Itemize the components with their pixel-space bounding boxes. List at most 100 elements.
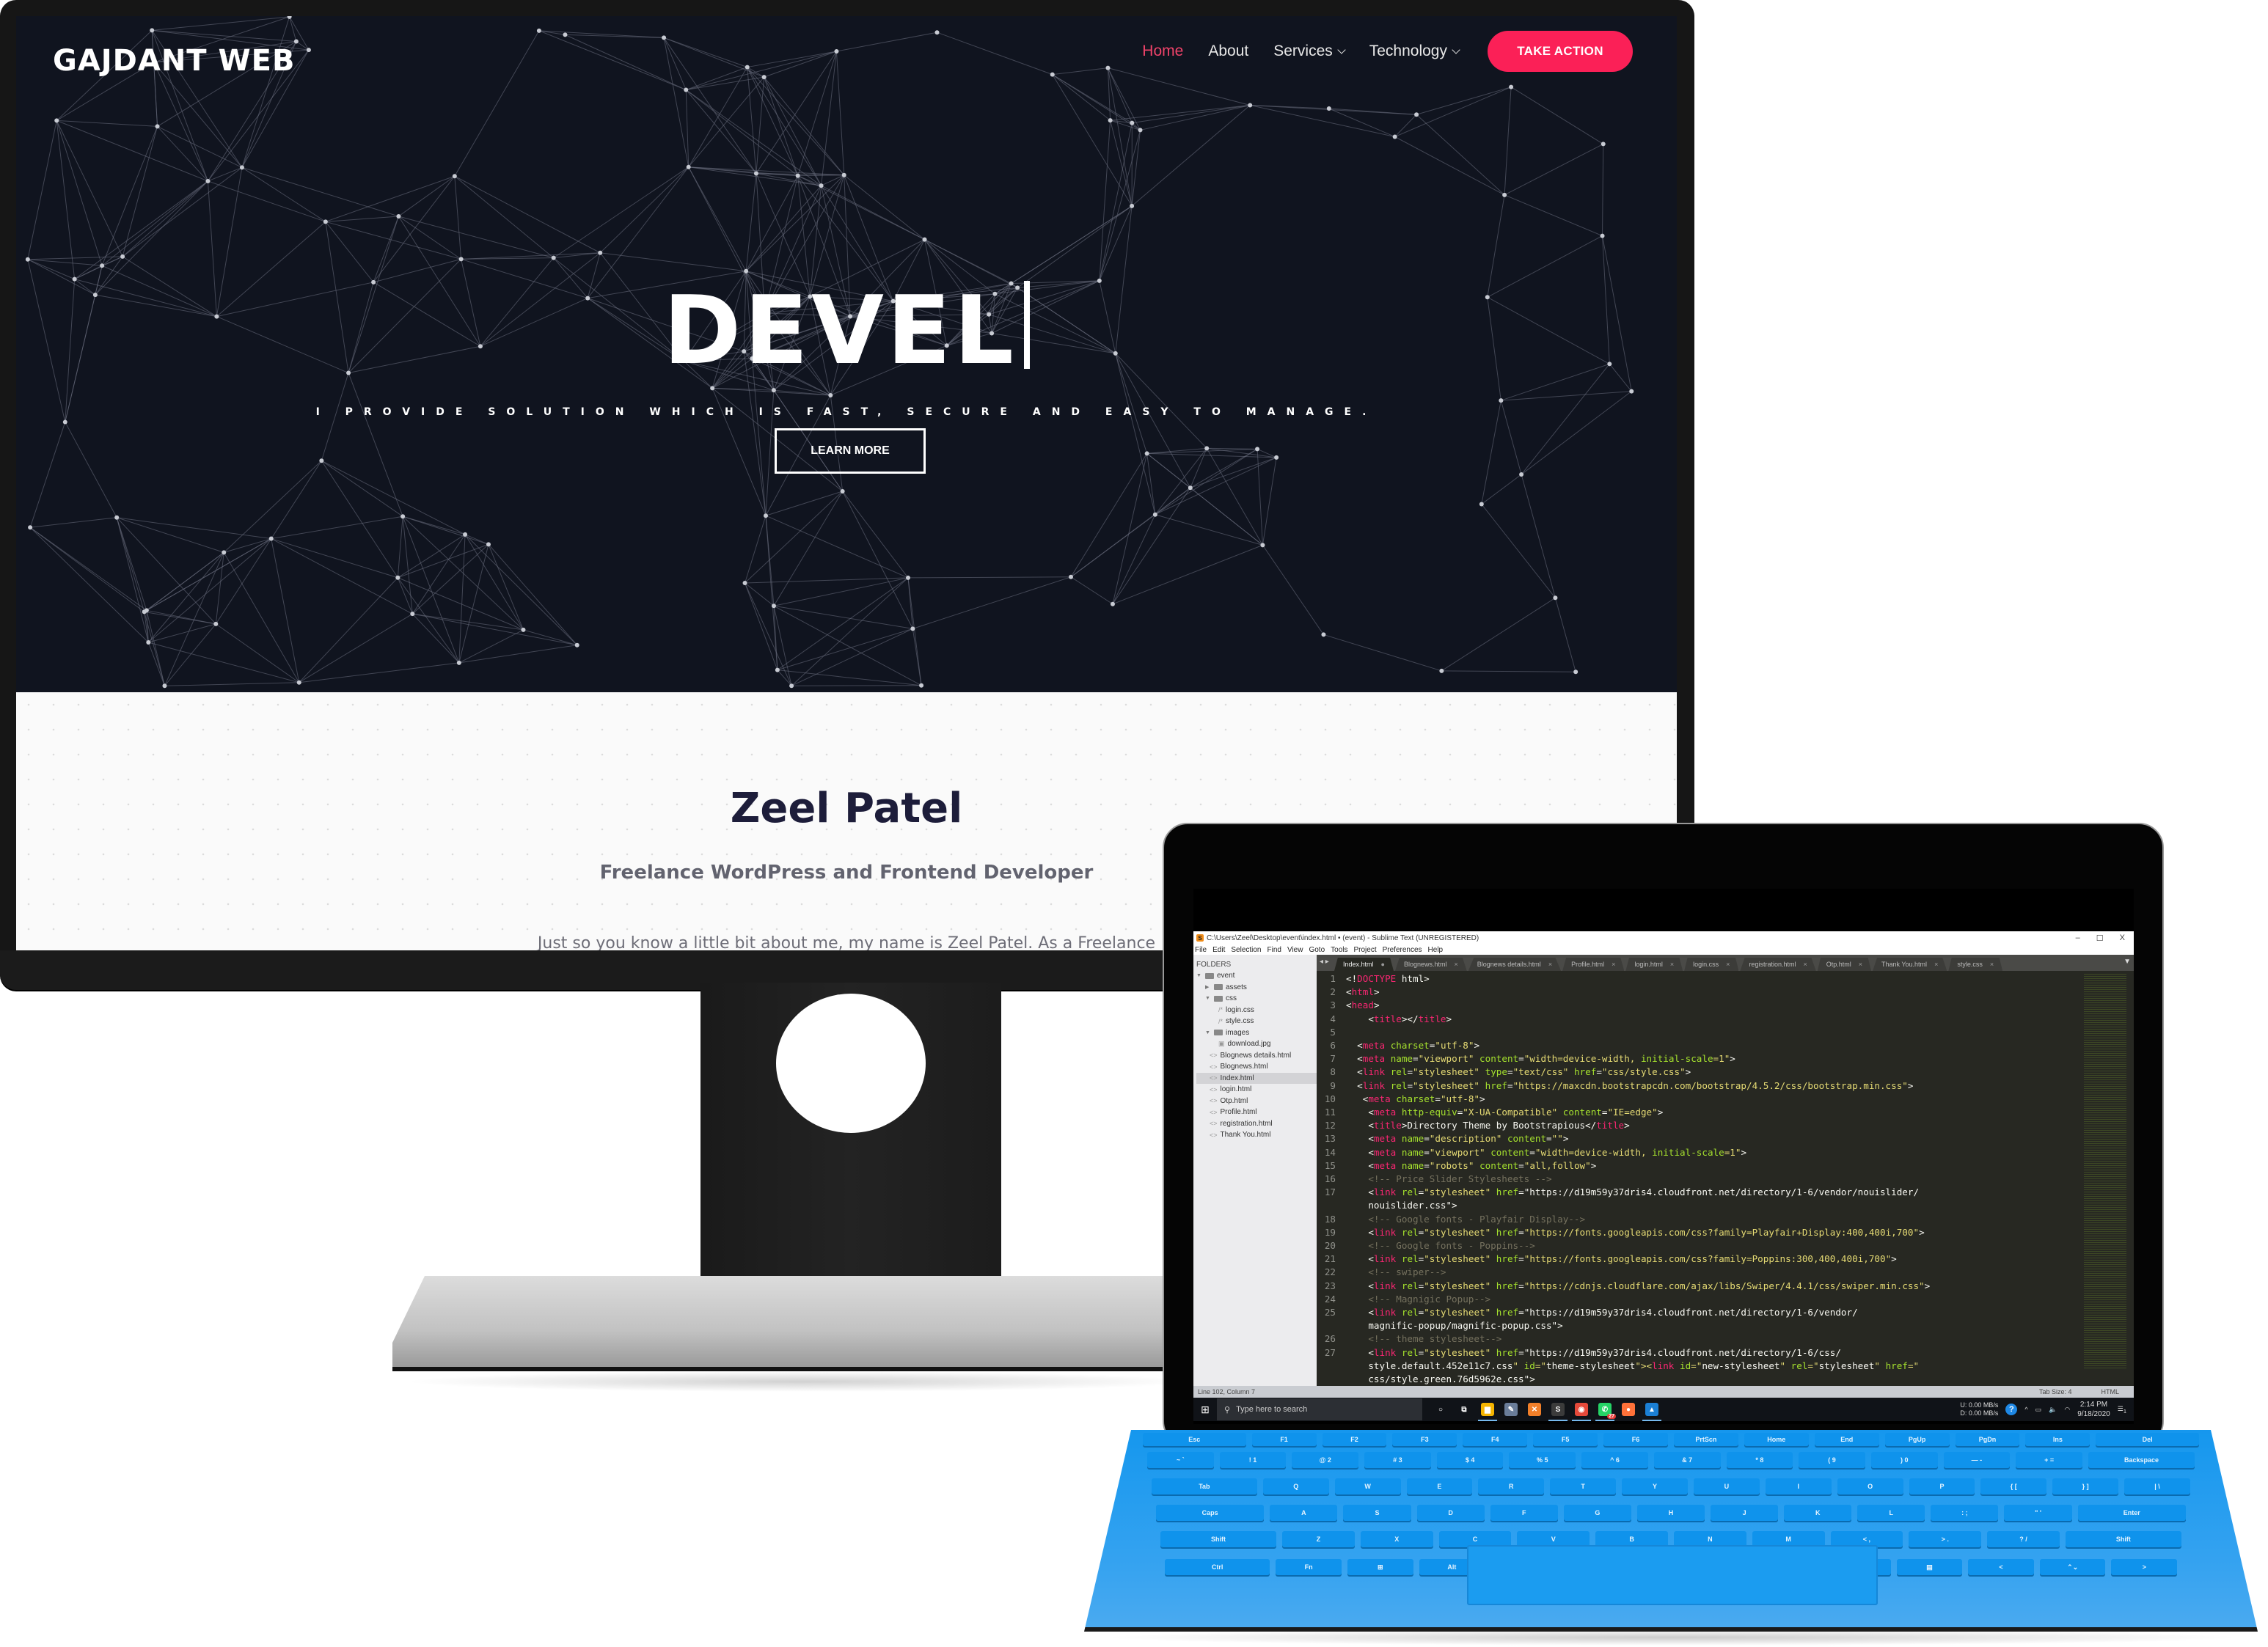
windows-start-icon[interactable]: ⊞ bbox=[1193, 1404, 1217, 1416]
key[interactable]: U bbox=[1693, 1478, 1760, 1494]
code-line[interactable]: 1 <!DOCTYPE html> bbox=[1317, 972, 2134, 986]
key[interactable]: H bbox=[1636, 1505, 1705, 1521]
menu-find[interactable]: Find bbox=[1267, 946, 1281, 954]
key[interactable]: D bbox=[1416, 1505, 1485, 1521]
tree-item[interactable]: <> registration.html bbox=[1196, 1118, 1317, 1130]
key[interactable]: X bbox=[1360, 1531, 1433, 1547]
key[interactable]: O bbox=[1837, 1478, 1903, 1494]
tab-size[interactable]: Tab Size: 4 bbox=[2039, 1388, 2072, 1395]
task-view-icon[interactable]: ⧉ bbox=[1457, 1403, 1471, 1416]
whatsapp-icon[interactable]: ✆ 27 bbox=[1595, 1403, 1616, 1421]
editor-tab[interactable]: registration.html × bbox=[1740, 958, 1816, 971]
editor-tab[interactable]: Blognews details.html × bbox=[1468, 958, 1562, 971]
tree-item[interactable]: ▣ download.jpg bbox=[1196, 1038, 1317, 1050]
nav-item-services[interactable]: Services bbox=[1261, 43, 1357, 60]
close-tab-icon[interactable]: × bbox=[1859, 961, 1862, 968]
minimize-button[interactable]: – bbox=[2076, 933, 2080, 943]
key[interactable]: % 5 bbox=[1509, 1452, 1576, 1468]
editor-tab[interactable]: Index.html ● bbox=[1334, 958, 1394, 971]
key[interactable]: F5 bbox=[1533, 1433, 1598, 1446]
code-line[interactable]: 25 <link rel="stylesheet" href="https://… bbox=[1317, 1306, 2134, 1319]
trackpad[interactable] bbox=[1467, 1545, 1878, 1605]
menu-file[interactable]: File bbox=[1195, 946, 1207, 954]
code-line[interactable]: 13 <meta name="description" content=""> bbox=[1317, 1132, 2134, 1145]
tree-item[interactable]: <> Index.html bbox=[1196, 1072, 1317, 1084]
menu-goto[interactable]: Goto bbox=[1309, 946, 1325, 954]
firefox-icon[interactable]: ● bbox=[1622, 1403, 1635, 1416]
code-line[interactable]: 2 <html> bbox=[1317, 986, 2134, 999]
key[interactable]: F4 bbox=[1463, 1433, 1528, 1446]
key[interactable]: E bbox=[1406, 1478, 1473, 1494]
code-line[interactable]: 17 <link rel="stylesheet" href="https://… bbox=[1317, 1186, 2134, 1199]
key[interactable]: Q bbox=[1262, 1478, 1329, 1494]
minimap[interactable] bbox=[2084, 974, 2126, 1370]
tree-item[interactable]: ▼ images bbox=[1196, 1027, 1317, 1039]
key[interactable]: & 7 bbox=[1653, 1452, 1721, 1468]
code-line[interactable]: 4 <title></title> bbox=[1317, 1013, 2134, 1026]
key[interactable]: Del bbox=[2096, 1433, 2199, 1446]
key[interactable]: } ] bbox=[2052, 1478, 2119, 1494]
nav-item-technology[interactable]: Technology bbox=[1357, 43, 1471, 60]
menu-project[interactable]: Project bbox=[1354, 946, 1377, 954]
close-tab-icon[interactable]: × bbox=[1455, 961, 1458, 968]
help-icon[interactable]: ? bbox=[2005, 1404, 2018, 1415]
key[interactable]: : ; bbox=[1931, 1505, 1999, 1521]
key[interactable]: # 3 bbox=[1364, 1452, 1431, 1468]
expand-icon[interactable]: ▼ bbox=[1205, 996, 1211, 1001]
code-line[interactable]: style.default.452e11c7.css" id="theme-st… bbox=[1317, 1360, 2134, 1373]
key[interactable]: Backspace bbox=[2088, 1452, 2195, 1468]
key[interactable]: > bbox=[2111, 1559, 2178, 1575]
chevron-up-icon[interactable]: ^ bbox=[2024, 1406, 2027, 1413]
wifi-icon[interactable]: ◠ bbox=[2064, 1406, 2070, 1414]
menu-view[interactable]: View bbox=[1287, 946, 1303, 954]
key[interactable]: F1 bbox=[1251, 1433, 1317, 1446]
code-line[interactable]: 23 <link rel="stylesheet" href="https://… bbox=[1317, 1280, 2134, 1293]
tree-item[interactable]: <> Blognews details.html bbox=[1196, 1050, 1317, 1062]
code-line[interactable]: css/style.green.76d5962e.css"> bbox=[1317, 1373, 2134, 1386]
clock[interactable]: 2:14 PM 9/18/2020 bbox=[2077, 1400, 2110, 1419]
chrome-icon[interactable]: ◉ bbox=[1572, 1403, 1591, 1421]
cortana-icon[interactable]: ○ bbox=[1434, 1403, 1447, 1416]
key[interactable]: P bbox=[1909, 1478, 1975, 1494]
key[interactable]: Caps bbox=[1156, 1505, 1265, 1521]
key[interactable]: Shift bbox=[2065, 1531, 2181, 1547]
code-line[interactable]: 5 bbox=[1317, 1026, 2134, 1039]
key[interactable]: A bbox=[1270, 1505, 1338, 1521]
key[interactable]: Shift bbox=[1160, 1531, 1277, 1547]
code-line[interactable]: 15 <meta name="robots" content="all,foll… bbox=[1317, 1159, 2134, 1173]
key[interactable]: T bbox=[1550, 1478, 1617, 1494]
menu-preferences[interactable]: Preferences bbox=[1383, 946, 1422, 954]
key[interactable]: ⊞ bbox=[1347, 1559, 1413, 1575]
key[interactable]: > . bbox=[1909, 1531, 1982, 1547]
code-line[interactable]: 11 <meta http-equiv="X-UA-Compatible" co… bbox=[1317, 1106, 2134, 1119]
close-tab-icon[interactable]: × bbox=[1934, 961, 1938, 968]
key[interactable]: Home bbox=[1744, 1433, 1809, 1446]
code-line[interactable]: 6 <meta charset="utf-8"> bbox=[1317, 1039, 2134, 1052]
menu-edit[interactable]: Edit bbox=[1212, 946, 1225, 954]
tree-item[interactable]: <> login.html bbox=[1196, 1084, 1317, 1096]
key[interactable]: F2 bbox=[1322, 1433, 1387, 1446]
key[interactable]: < bbox=[1968, 1559, 2034, 1575]
key[interactable]: F bbox=[1490, 1505, 1558, 1521]
editor-tab[interactable]: Thank You.html × bbox=[1873, 958, 1947, 971]
close-button[interactable]: X bbox=[2120, 933, 2125, 943]
code-line[interactable]: 3 <head> bbox=[1317, 999, 2134, 1012]
code-line[interactable]: 8 <link rel="stylesheet" type="text/css"… bbox=[1317, 1065, 2134, 1079]
key[interactable]: F3 bbox=[1392, 1433, 1457, 1446]
key[interactable]: W bbox=[1334, 1478, 1401, 1494]
tab-nav-arrows[interactable]: ◂ ▸ bbox=[1320, 958, 1329, 966]
sublime-text-icon[interactable]: S bbox=[1548, 1403, 1568, 1421]
key[interactable]: + = bbox=[2016, 1452, 2082, 1468]
tree-item[interactable]: ▼ event bbox=[1196, 970, 1317, 982]
syntax-mode[interactable]: HTML bbox=[2101, 1388, 2120, 1395]
volume-icon[interactable]: 🔈 bbox=[2049, 1406, 2057, 1414]
close-tab-icon[interactable]: × bbox=[1612, 961, 1615, 968]
menu-tools[interactable]: Tools bbox=[1331, 946, 1347, 954]
key[interactable]: PgDn bbox=[1955, 1433, 2020, 1446]
nav-item-home[interactable]: Home bbox=[1130, 43, 1196, 60]
menu-help[interactable]: Help bbox=[1428, 946, 1444, 954]
close-tab-icon[interactable]: × bbox=[1726, 961, 1730, 968]
code-line[interactable]: 19 <link rel="stylesheet" href="https://… bbox=[1317, 1226, 2134, 1239]
key[interactable]: $ 4 bbox=[1436, 1452, 1504, 1468]
editor-tab[interactable]: login.css × bbox=[1684, 958, 1739, 971]
